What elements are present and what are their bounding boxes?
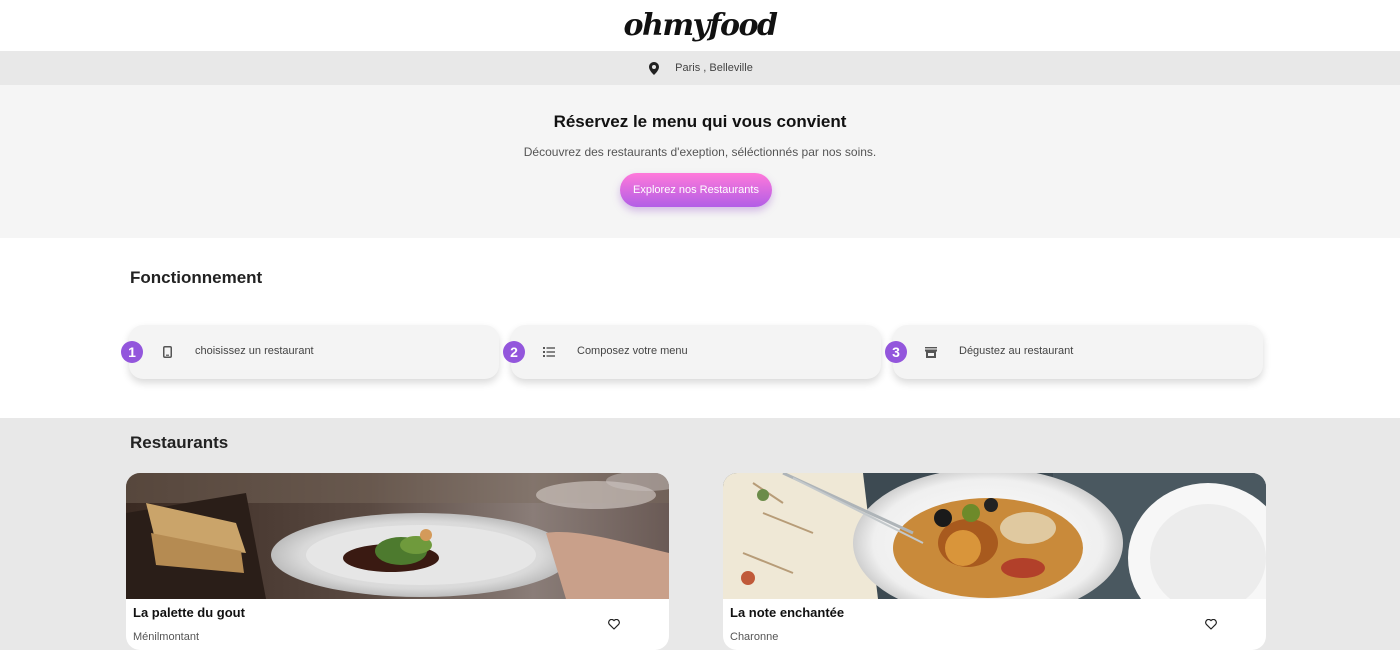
step-number: 3: [885, 341, 907, 363]
step-label: Composez votre menu: [577, 345, 688, 357]
step-card-1[interactable]: 1 choisissez un restaurant: [121, 325, 499, 379]
mobile-phone-icon: [160, 345, 174, 359]
explore-restaurants-button[interactable]: Explorez nos Restaurants: [620, 173, 772, 207]
restaurant-location: Ménilmontant: [133, 631, 200, 643]
site-header: ohmyfood: [0, 0, 1400, 51]
location-bar: Paris , Belleville: [0, 51, 1400, 85]
map-pin-icon: [647, 61, 661, 75]
store-icon: [924, 345, 938, 359]
list-icon: [542, 345, 556, 359]
step-label: Dégustez au restaurant: [959, 345, 1074, 357]
heart-icon[interactable]: [606, 616, 622, 632]
logo[interactable]: ohmyfood: [624, 8, 778, 43]
step-card-3[interactable]: 3 Dégustez au restaurant: [885, 325, 1263, 379]
restaurant-card[interactable]: La palette du gout Ménilmontant: [126, 473, 669, 650]
heart-icon[interactable]: [1203, 616, 1219, 632]
location-text: Paris , Belleville: [675, 62, 753, 74]
restaurant-location: Charonne: [730, 631, 779, 643]
step-card-2[interactable]: 2 Composez votre menu: [503, 325, 881, 379]
step-label: choisissez un restaurant: [195, 345, 314, 357]
hero-subtitle: Découvrez des restaurants d'exeption, sé…: [523, 145, 877, 159]
restaurant-card[interactable]: La note enchantée Charonne: [723, 473, 1266, 650]
how-it-works-section: Fonctionnement 1 choisissez un restauran…: [0, 238, 1400, 418]
restaurant-name: La palette du gout: [133, 605, 245, 620]
restaurant-photo: [723, 473, 1266, 599]
section-title-how-it-works: Fonctionnement: [130, 268, 263, 287]
hero-section: Réservez le menu qui vous convient Décou…: [0, 85, 1400, 238]
hero-title: Réservez le menu qui vous convient: [553, 112, 847, 131]
step-number: 2: [503, 341, 525, 363]
section-title-restaurants: Restaurants: [130, 433, 229, 452]
restaurants-section: Restaurants La palette du gout Ménilmont…: [0, 418, 1400, 650]
restaurant-photo: [126, 473, 669, 599]
restaurant-name: La note enchantée: [730, 605, 845, 620]
step-number: 1: [121, 341, 143, 363]
